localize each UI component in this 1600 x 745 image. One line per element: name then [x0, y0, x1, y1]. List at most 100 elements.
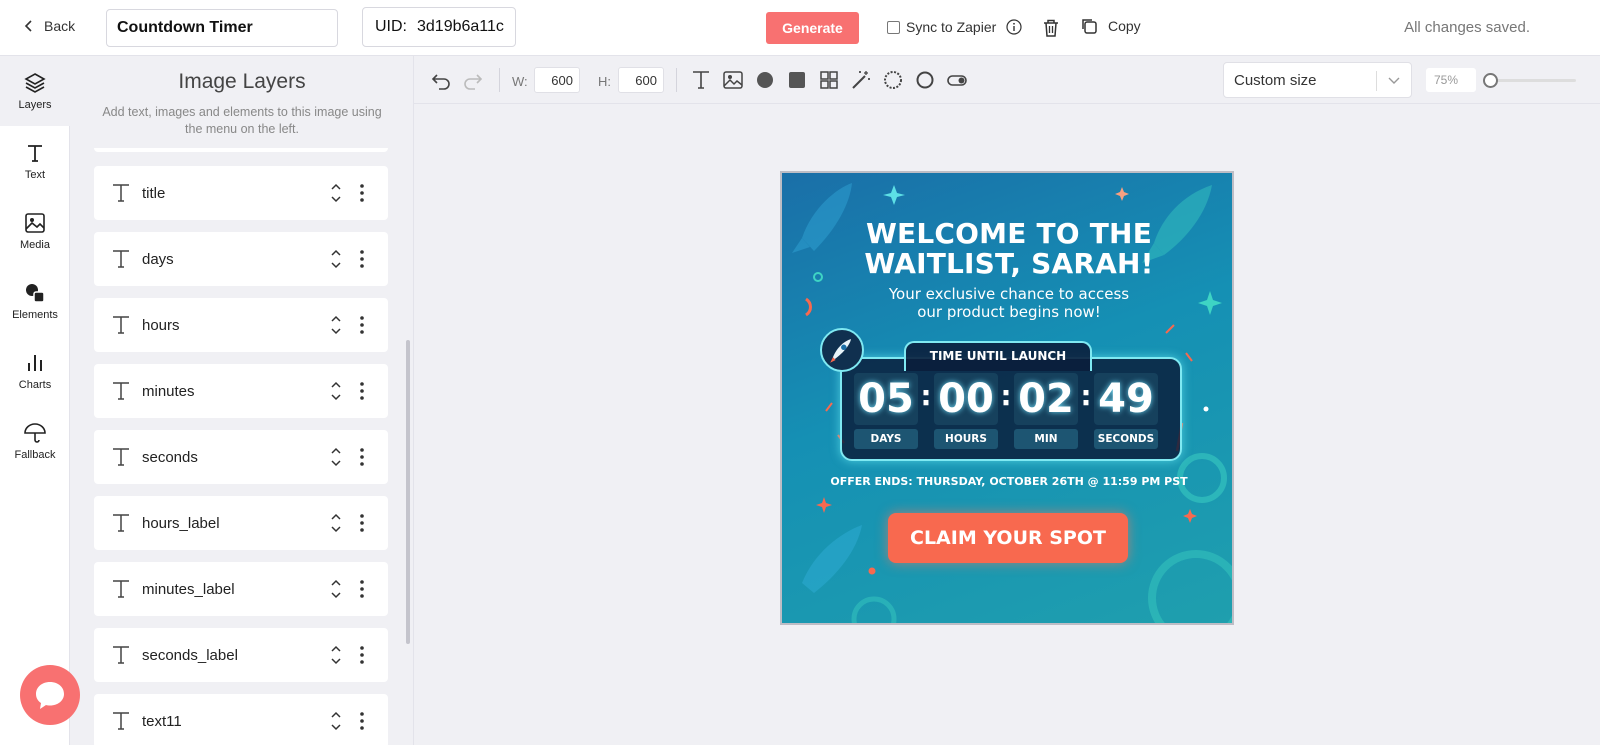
magic-wand-icon[interactable]	[850, 69, 872, 91]
sync-label: Sync to Zapier	[906, 19, 997, 35]
project-name-input[interactable]	[106, 9, 338, 47]
offer-text[interactable]: OFFER ENDS: THURSDAY, OCTOBER 26TH @ 11:…	[782, 475, 1232, 488]
days-value[interactable]: 05	[854, 373, 918, 425]
layer-name: seconds_label	[142, 646, 238, 664]
reorder-arrows-icon[interactable]	[330, 709, 342, 733]
layer-item[interactable]: seconds_label	[94, 628, 388, 682]
reorder-arrows-icon[interactable]	[330, 445, 342, 469]
layer-item[interactable]: minutes	[94, 364, 388, 418]
layer-item[interactable]: title	[94, 166, 388, 220]
rail-item-text[interactable]: Text	[0, 126, 70, 196]
reorder-arrows-icon[interactable]	[330, 247, 342, 271]
text-layer-icon	[113, 316, 129, 334]
more-options-icon[interactable]	[360, 382, 364, 400]
sync-to-zapier[interactable]: Sync to Zapier	[887, 19, 1022, 35]
dashed-circle-icon[interactable]	[882, 69, 904, 91]
more-options-icon[interactable]	[360, 646, 364, 664]
more-options-icon[interactable]	[360, 712, 364, 730]
panel-scrollbar[interactable]	[406, 340, 410, 644]
reorder-arrows-icon[interactable]	[330, 379, 342, 403]
generate-button[interactable]: Generate	[766, 12, 859, 44]
canvas-subtitle[interactable]: Your exclusive chance to access our prod…	[782, 285, 1232, 321]
layer-name: days	[142, 250, 174, 268]
layer-name: minutes_label	[142, 580, 235, 598]
layer-item[interactable]: minutes_label	[94, 562, 388, 616]
more-options-icon[interactable]	[360, 514, 364, 532]
rail-item-layers[interactable]: Layers	[0, 56, 70, 126]
dot-decoration	[868, 567, 876, 575]
back-button[interactable]: Back	[22, 18, 75, 34]
reorder-arrows-icon[interactable]	[330, 643, 342, 667]
layer-item[interactable]: hours	[94, 298, 388, 352]
days-label[interactable]: DAYS	[854, 429, 918, 449]
claim-spot-button[interactable]: CLAIM YOUR SPOT	[888, 513, 1128, 563]
circle-outline-icon[interactable]	[914, 69, 936, 91]
height-input[interactable]	[618, 67, 664, 93]
layer-item[interactable]: text11	[94, 694, 388, 745]
hours-label[interactable]: HOURS	[934, 429, 998, 449]
top-bar: Back UID: 3d19b6a11c Generate Sync to Za…	[0, 0, 1600, 56]
rail-item-charts[interactable]: Charts	[0, 336, 70, 406]
seconds-value[interactable]: 49	[1094, 373, 1158, 425]
trash-icon[interactable]	[1042, 18, 1060, 38]
info-icon[interactable]	[1006, 19, 1022, 35]
more-options-icon[interactable]	[360, 448, 364, 466]
canvas-headline[interactable]: WELCOME TO THE WAITLIST, SARAH!	[782, 219, 1232, 279]
chevron-down-icon	[1388, 77, 1400, 84]
rail-label: Charts	[18, 379, 52, 391]
add-rectangle-icon[interactable]	[786, 69, 808, 91]
minutes-label[interactable]: MIN	[1014, 429, 1078, 449]
rail-item-media[interactable]: Media	[0, 196, 70, 266]
rocket-icon	[830, 339, 852, 363]
add-circle-icon[interactable]	[754, 69, 776, 91]
toggle-icon[interactable]	[946, 69, 968, 91]
bar-chart-icon	[28, 355, 42, 371]
save-status: All changes saved.	[1404, 19, 1530, 36]
more-options-icon[interactable]	[360, 250, 364, 268]
minutes-value[interactable]: 02	[1014, 373, 1078, 425]
reorder-arrows-icon[interactable]	[330, 511, 342, 535]
add-image-icon[interactable]	[722, 69, 744, 91]
toolbar-divider	[499, 68, 500, 92]
layer-item[interactable]: hours_label	[94, 496, 388, 550]
layer-name: hours_label	[142, 514, 220, 532]
zoom-value[interactable]: 75%	[1426, 68, 1476, 92]
toolbar-divider	[676, 68, 677, 92]
text-layer-icon	[113, 580, 129, 598]
copy-button[interactable]: Copy	[1080, 17, 1141, 35]
copy-icon	[1082, 19, 1097, 34]
text-layer-icon	[113, 646, 129, 664]
sparkle-icon	[816, 497, 832, 513]
layer-item[interactable]: days	[94, 232, 388, 286]
size-preset-select[interactable]: Custom size	[1223, 62, 1412, 98]
chat-button[interactable]	[20, 665, 80, 725]
zoom-slider-thumb[interactable]	[1483, 73, 1498, 88]
undo-icon[interactable]	[430, 69, 452, 91]
seconds-label[interactable]: SECONDS	[1094, 429, 1158, 449]
rail-item-elements[interactable]: Elements	[0, 266, 70, 336]
reorder-arrows-icon[interactable]	[330, 577, 342, 601]
sparkle-icon	[1115, 187, 1129, 201]
panel-description: Add text, images and elements to this im…	[102, 105, 382, 136]
timer-title[interactable]: TIME UNTIL LAUNCH	[904, 349, 1092, 363]
more-options-icon[interactable]	[360, 580, 364, 598]
sync-checkbox[interactable]	[887, 20, 900, 34]
timer-colon: :	[1000, 379, 1012, 412]
add-grid-icon[interactable]	[818, 69, 840, 91]
design-canvas[interactable]: WELCOME TO THE WAITLIST, SARAH! Your exc…	[780, 171, 1234, 625]
hours-value[interactable]: 00	[934, 373, 998, 425]
sparkle-icon	[1183, 509, 1197, 523]
width-input[interactable]	[534, 67, 580, 93]
reorder-arrows-icon[interactable]	[330, 181, 342, 205]
text-layer-icon	[113, 514, 129, 532]
text-layer-icon	[113, 184, 129, 202]
more-options-icon[interactable]	[360, 184, 364, 202]
image-layers-panel: Image Layers Add text, images and elemen…	[70, 56, 414, 745]
rail-item-fallback[interactable]: Fallback	[0, 406, 70, 476]
add-text-icon[interactable]	[690, 69, 712, 91]
text-layer-icon	[113, 382, 129, 400]
layer-item[interactable]: seconds	[94, 430, 388, 484]
reorder-arrows-icon[interactable]	[330, 313, 342, 337]
redo-icon[interactable]	[462, 69, 484, 91]
more-options-icon[interactable]	[360, 316, 364, 334]
